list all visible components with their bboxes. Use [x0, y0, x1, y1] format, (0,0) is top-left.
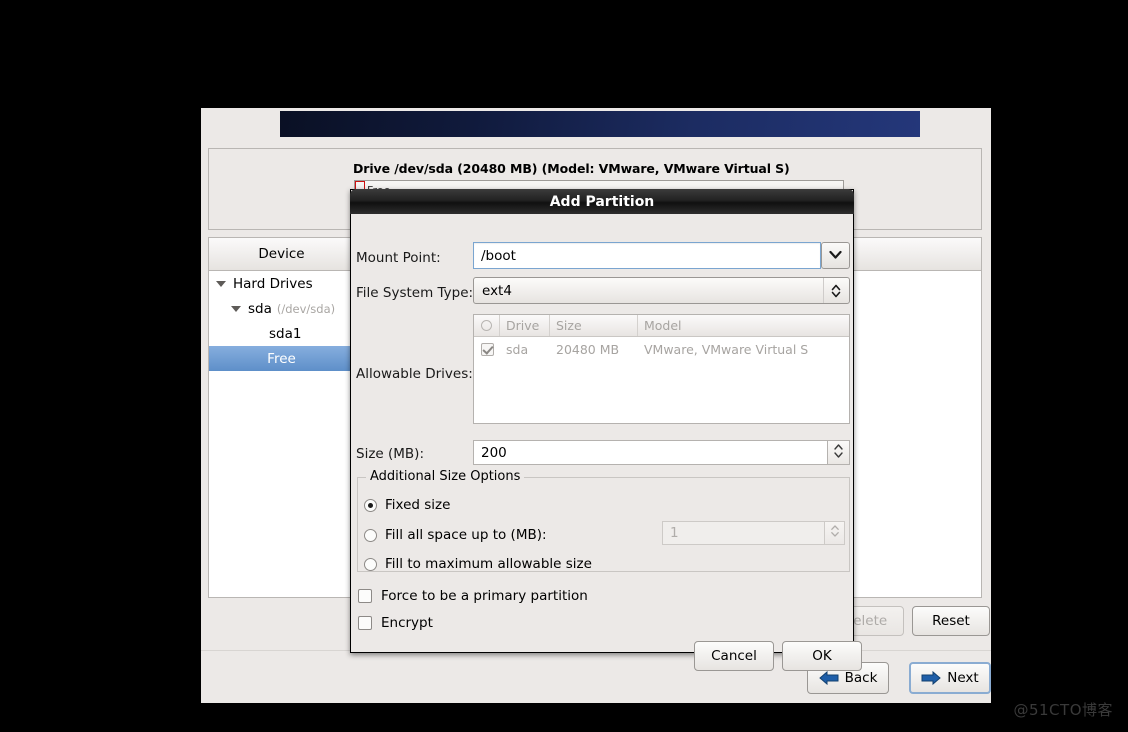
checkbox-unchecked-icon[interactable]: [358, 589, 372, 603]
column-header-model[interactable]: Model: [638, 315, 849, 336]
checkbox-unchecked-icon[interactable]: [358, 616, 372, 630]
drive-row-checkbox-cell[interactable]: [474, 337, 500, 361]
radio-unselected-icon[interactable]: [364, 528, 377, 542]
dialog-title: Add Partition: [549, 193, 655, 210]
checkbox-force-primary-partition[interactable]: Force to be a primary partition: [358, 588, 588, 604]
checkbox-encrypt[interactable]: Encrypt: [358, 615, 433, 631]
radio-fill-maximum-label: Fill to maximum allowable size: [385, 556, 592, 572]
drive-row-model: VMware, VMware Virtual S: [644, 341, 809, 357]
drive-title: Drive /dev/sda (20480 MB) (Model: VMware…: [353, 161, 790, 176]
radio-fixed-size[interactable]: Fixed size: [364, 497, 450, 513]
size-spinner[interactable]: [828, 440, 850, 465]
radio-selected-icon[interactable]: [364, 498, 377, 512]
spinner-up-down-icon: [833, 442, 844, 464]
column-header-device[interactable]: Device: [209, 238, 355, 270]
ok-button[interactable]: OK: [782, 641, 862, 671]
cancel-button[interactable]: Cancel: [694, 641, 774, 671]
size-input[interactable]: 200: [473, 440, 828, 465]
file-system-type-value: ext4: [482, 282, 512, 299]
mount-point-input[interactable]: /boot: [473, 242, 821, 269]
tree-row-label: Free: [267, 350, 296, 367]
chevron-up-down-icon: [823, 278, 841, 303]
mount-point-label: Mount Point:: [356, 250, 441, 266]
triangle-down-icon[interactable]: [216, 280, 226, 287]
allowable-drives-header: Drive Size Model: [474, 315, 849, 337]
radio-unselected-icon[interactable]: [364, 557, 377, 571]
arrow-left-icon: [818, 671, 839, 685]
column-header-select-all[interactable]: [474, 315, 500, 336]
tree-row-free[interactable]: Free: [209, 346, 354, 371]
additional-size-options-legend: Additional Size Options: [366, 469, 525, 484]
next-button[interactable]: Next: [909, 662, 991, 694]
next-button-label: Next: [947, 670, 979, 686]
fill-up-to-spinner[interactable]: [825, 521, 845, 545]
radio-fill-to-maximum[interactable]: Fill to maximum allowable size: [364, 556, 592, 572]
reset-button[interactable]: Reset: [912, 606, 990, 636]
checkbox-force-primary-label: Force to be a primary partition: [381, 588, 588, 604]
add-partition-dialog: Add Partition Mount Point: /boot File Sy…: [350, 189, 862, 671]
tree-row-sublabel: (/dev/sda): [276, 301, 336, 316]
drive-row-size: 20480 MB: [556, 341, 620, 357]
tree-row-label: Hard Drives: [233, 275, 313, 292]
column-header-drive[interactable]: Drive: [500, 315, 550, 336]
radio-fill-all-space-label: Fill all space up to (MB):: [385, 527, 547, 543]
back-button-label: Back: [844, 670, 878, 686]
drive-row-name: sda: [506, 341, 529, 357]
drive-row[interactable]: sda 20480 MB VMware, VMware Virtual S: [474, 337, 849, 361]
file-system-type-select[interactable]: ext4: [473, 277, 850, 304]
tree-row-label: sda: [248, 300, 272, 317]
size-label: Size (MB):: [356, 446, 424, 462]
mount-point-dropdown-button[interactable]: [821, 242, 850, 269]
radio-fixed-size-label: Fixed size: [385, 497, 451, 513]
allowable-drives-label: Allowable Drives:: [356, 366, 473, 382]
tree-row-label: sda1: [269, 325, 302, 342]
checkbox-encrypt-label: Encrypt: [381, 615, 433, 631]
arrow-right-icon: [921, 671, 942, 685]
allowable-drives-list[interactable]: Drive Size Model sda 20480 MB VMware, VM…: [473, 314, 850, 424]
column-header-size[interactable]: Size: [550, 315, 638, 336]
watermark: @51CTO博客: [1013, 701, 1113, 719]
dialog-titlebar[interactable]: Add Partition: [350, 189, 854, 214]
radio-fill-all-space-up-to[interactable]: Fill all space up to (MB):: [364, 527, 547, 543]
fill-up-to-input[interactable]: 1: [662, 521, 825, 545]
installer-banner: [280, 111, 920, 137]
file-system-type-label: File System Type:: [356, 285, 474, 301]
radio-circle-icon: [481, 320, 492, 331]
checkbox-checked-icon[interactable]: [480, 342, 494, 356]
spinner-up-down-icon: [830, 523, 840, 543]
chevron-down-icon: [829, 248, 842, 263]
triangle-down-icon[interactable]: [231, 305, 241, 312]
